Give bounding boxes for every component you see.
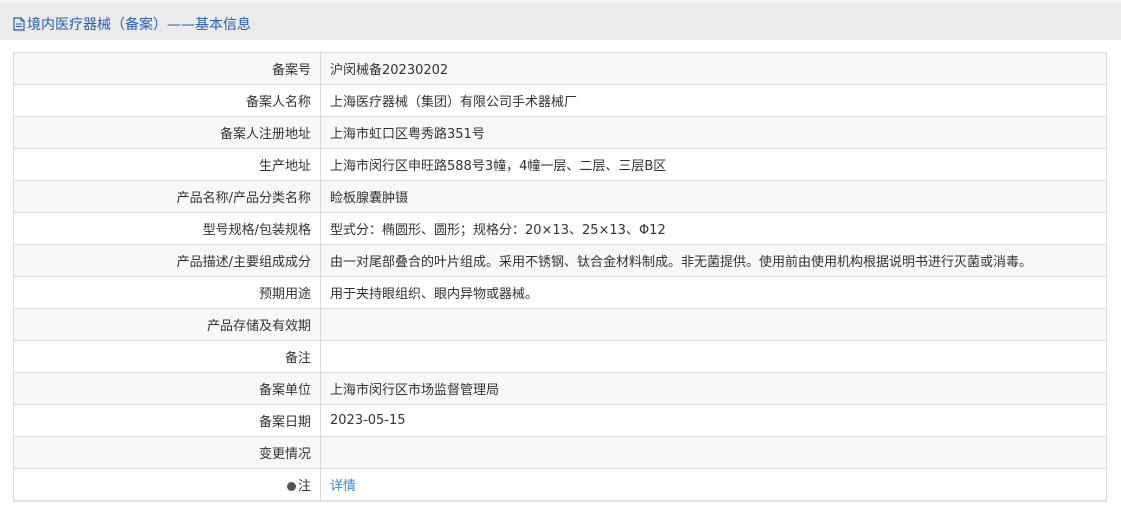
row-label: 备案人注册地址	[13, 116, 321, 149]
row-value: 上海医疗器械（集团）有限公司手术器械厂	[320, 84, 1107, 117]
table-row: 产品名称/产品分类名称 睑板腺囊肿镊	[13, 180, 1107, 213]
table-row: 产品描述/主要组成成分 由一对尾部叠合的叶片组成。采用不锈钢、钛合金材料制成。非…	[13, 244, 1107, 277]
note-label: 注	[13, 468, 321, 501]
row-value: 沪闵械备20230202	[320, 52, 1107, 85]
row-value: 上海市虹口区粤秀路351号	[320, 116, 1107, 149]
table-row: 生产地址 上海市闵行区申旺路588号3幢，4幢一层、二层、三层B区	[13, 148, 1107, 181]
table-row: 备案号 沪闵械备20230202	[13, 52, 1107, 85]
table-row: 备案人注册地址 上海市虹口区粤秀路351号	[13, 116, 1107, 149]
row-value: 2023-05-15	[320, 404, 1107, 437]
row-value: 由一对尾部叠合的叶片组成。采用不锈钢、钛合金材料制成。非无菌提供。使用前由使用机…	[320, 244, 1107, 277]
row-value: 睑板腺囊肿镊	[320, 180, 1107, 213]
row-value	[320, 308, 1107, 341]
row-label: 备案日期	[13, 404, 321, 437]
row-label: 备案人名称	[13, 84, 321, 117]
row-label: 生产地址	[13, 148, 321, 181]
row-label: 产品名称/产品分类名称	[13, 180, 321, 213]
table-row: 型号规格/包装规格 型式分：椭圆形、圆形；规格分：20×13、25×13、Φ12	[13, 212, 1107, 245]
info-table: 备案号 沪闵械备20230202 备案人名称 上海医疗器械（集团）有限公司手术器…	[13, 52, 1107, 501]
row-value	[320, 340, 1107, 373]
row-label: 备案号	[13, 52, 321, 85]
row-label: 变更情况	[13, 436, 321, 469]
row-value: 上海市闵行区申旺路588号3幢，4幢一层、二层、三层B区	[320, 148, 1107, 181]
row-label: 备注	[13, 340, 321, 373]
row-value	[320, 436, 1107, 469]
table-row: 备注	[13, 340, 1107, 373]
row-label: 备案单位	[13, 372, 321, 405]
row-value: 用于夹持眼组织、眼内异物或器械。	[320, 276, 1107, 309]
bottom-divider	[13, 500, 1107, 502]
row-value: 上海市闵行区市场监督管理局	[320, 372, 1107, 405]
table-row: 预期用途 用于夹持眼组织、眼内异物或器械。	[13, 276, 1107, 309]
row-value: 型式分：椭圆形、圆形；规格分：20×13、25×13、Φ12	[320, 212, 1107, 245]
page-title: 境内医疗器械（备案）——基本信息	[13, 14, 251, 34]
table-row: 产品存储及有效期	[13, 308, 1107, 341]
row-label: 产品描述/主要组成成分	[13, 244, 321, 277]
table-row: 备案日期 2023-05-15	[13, 404, 1107, 437]
note-label-text: 注	[297, 479, 311, 494]
table-row: 备案单位 上海市闵行区市场监督管理局	[13, 372, 1107, 405]
page-header: 境内医疗器械（备案）——基本信息	[0, 0, 1121, 40]
row-label: 产品存储及有效期	[13, 308, 321, 341]
document-icon	[13, 17, 25, 31]
table-row: 备案人名称 上海医疗器械（集团）有限公司手术器械厂	[13, 84, 1107, 117]
table-row: 变更情况	[13, 436, 1107, 469]
bulb-icon	[286, 482, 296, 491]
page-title-text: 境内医疗器械（备案）——基本信息	[27, 17, 251, 33]
row-label: 预期用途	[13, 276, 321, 309]
note-row: 注 详情	[13, 468, 1107, 501]
details-link[interactable]: 详情	[330, 479, 356, 494]
note-value: 详情	[320, 468, 1107, 501]
row-label: 型号规格/包装规格	[13, 212, 321, 245]
